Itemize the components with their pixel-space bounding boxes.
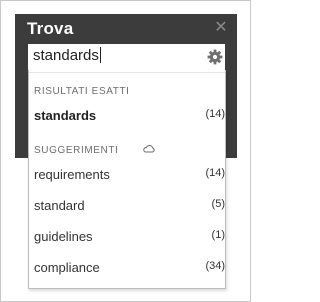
pane-title: Trova [27,19,74,38]
close-button[interactable]: ✕ [211,18,231,38]
gear-icon [207,49,223,65]
suggestion-item[interactable]: standard (5) [29,194,225,220]
exact-result-item[interactable]: standards (14) [29,104,225,130]
suggestions-header: SUGGERIMENTI [34,145,119,156]
suggestion-item[interactable]: guidelines (1) [29,225,225,251]
search-input[interactable]: standards [28,44,225,70]
search-options-button[interactable] [205,47,225,67]
suggestion-count: (34) [205,260,225,272]
suggestion-count: (14) [205,167,225,179]
suggestion-item[interactable]: compliance (34) [29,256,225,282]
divider [29,72,225,73]
suggestion-label: compliance [34,260,100,275]
suggestion-count: (5) [211,198,225,210]
exact-results-header: RISULTATI ESATTI [34,86,130,97]
close-icon: ✕ [214,19,228,36]
result-count: (14) [205,108,225,120]
suggestion-item[interactable]: requirements (14) [29,163,225,189]
cloud-icon [143,145,155,153]
suggestion-label: guidelines [34,229,93,244]
search-input-value: standards [33,47,99,64]
suggestion-label: requirements [34,167,110,182]
text-caret [99,47,101,63]
search-dropdown: RISULTATI ESATTI standards (14) SUGGERIM… [28,70,226,289]
result-label: standards [34,108,97,123]
suggestion-label: standard [34,198,85,213]
suggestion-count: (1) [211,229,225,241]
